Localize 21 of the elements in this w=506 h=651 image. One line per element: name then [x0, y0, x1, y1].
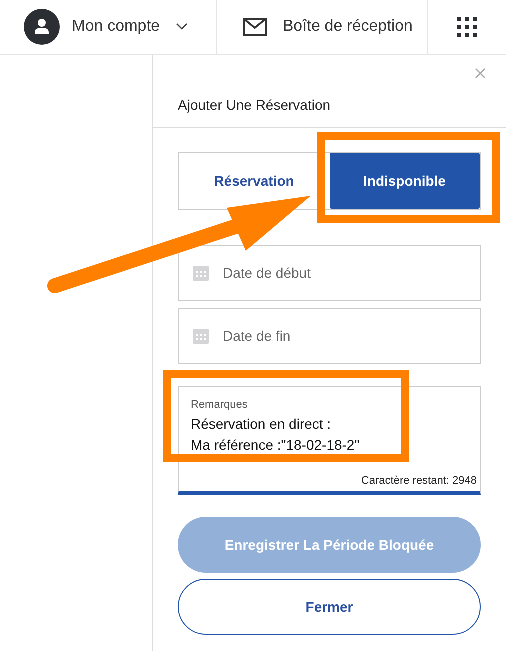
inbox-label[interactable]: Boîte de réception — [283, 15, 413, 39]
account-label[interactable]: Mon compte — [72, 15, 160, 39]
date-input[interactable]: Date de fin — [223, 326, 480, 346]
close-button[interactable]: Fermer — [178, 579, 481, 635]
chevron-down-icon[interactable] — [176, 23, 188, 31]
avatar-icon[interactable] — [24, 9, 60, 45]
remarks-text: Réservation en direct : — [191, 414, 332, 434]
mode-tab[interactable]: Indisponible — [330, 153, 480, 209]
date-field[interactable]: Date de fin — [178, 308, 481, 364]
calendar-icon — [193, 328, 209, 344]
remarks-field[interactable]: Remarques Réservation en direct : Ma référence :"18-02-18-2" Caractère restant: 2948 — [178, 386, 481, 495]
remarks-text: Ma référence :"18-02-18-2" — [191, 436, 361, 454]
date-input[interactable]: Date de début — [223, 262, 480, 284]
envelope-icon[interactable] — [243, 18, 267, 36]
remarks-label: Remarques — [191, 398, 249, 413]
calendar-icon — [193, 265, 209, 281]
date-field[interactable]: Date de début — [178, 245, 481, 301]
character-counter: Caractère restant: 2948 — [361, 474, 477, 488]
panel-title: Ajouter Une Réservation — [178, 96, 331, 115]
mode-tab[interactable]: Réservation — [214, 170, 294, 192]
apps-grid-icon[interactable] — [457, 17, 477, 37]
